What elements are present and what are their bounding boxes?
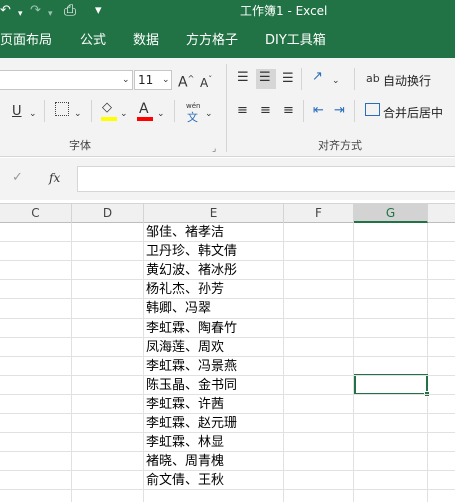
excel-window: ↶ ▾ ↷ ▾ ⎙ ▾ 工作簿1 - Excel 页面布局 公式 数据 方方格子… xyxy=(0,0,455,502)
gridline xyxy=(0,451,455,452)
chevron-down-icon[interactable]: ⌄ xyxy=(29,106,37,122)
title-bar: ↶ ▾ ↷ ▾ ⎙ ▾ 工作簿1 - Excel xyxy=(0,0,455,22)
wrap-text-button[interactable]: 自动换行 xyxy=(383,72,431,89)
cell-e[interactable]: 卫丹珍、韩文倩 xyxy=(146,242,237,261)
ribbon-divider xyxy=(174,100,175,122)
wrap-text-icon[interactable]: ab xyxy=(366,71,380,87)
merge-center-button[interactable]: 合并后居中 xyxy=(383,104,443,121)
cell-e[interactable]: 李虹霖、许茜 xyxy=(146,395,224,414)
ribbon-home: ⌄ 11 ⌄ A^ Aˇ U ⌄ ⌄ ◇ ⌄ A ⌄ wén 文 ⌄ 字体 ⌟ … xyxy=(0,58,455,157)
cell-e[interactable]: 邹佳、褚孝洁 xyxy=(146,223,224,242)
active-cell[interactable] xyxy=(354,374,428,395)
underline-icon[interactable]: U xyxy=(12,104,22,120)
gridline xyxy=(143,223,144,502)
font-group-label: 字体 xyxy=(69,139,91,152)
column-header-f[interactable]: F xyxy=(284,204,354,223)
chevron-down-icon[interactable]: ⌄ xyxy=(122,72,130,88)
chevron-down-icon[interactable]: ⌄ xyxy=(157,106,165,122)
align-left-icon[interactable]: ≡ xyxy=(237,103,248,119)
font-size-value: 11 xyxy=(138,73,154,87)
align-middle-icon[interactable]: ☰ xyxy=(256,69,276,89)
chevron-down-icon[interactable]: ⌄ xyxy=(162,72,170,88)
insert-function-icon[interactable]: fx xyxy=(49,170,60,186)
font-color-icon[interactable]: A xyxy=(139,101,149,117)
align-right-icon[interactable]: ≡ xyxy=(283,103,294,119)
ribbon-divider xyxy=(354,100,355,122)
ribbon-divider xyxy=(301,68,302,90)
cell-e[interactable]: 凤海莲、周欢 xyxy=(146,338,224,357)
gridline xyxy=(427,223,428,502)
undo-dropdown-icon[interactable]: ▾ xyxy=(18,6,23,22)
align-bottom-icon[interactable]: ☰ xyxy=(282,71,294,87)
customize-qat-icon[interactable]: ▾ xyxy=(95,3,102,19)
orientation-icon[interactable]: ↗ xyxy=(312,69,323,85)
cell-e[interactable]: 李虹霖、冯景燕 xyxy=(146,357,237,376)
cell-e[interactable]: 李虹霖、陶春竹 xyxy=(146,319,237,338)
chevron-down-icon[interactable]: ⌄ xyxy=(205,106,213,122)
increase-font-glyph: A xyxy=(178,74,188,91)
chevron-down-icon[interactable]: ⌄ xyxy=(332,73,340,89)
ribbon-divider xyxy=(303,100,304,122)
cell-e[interactable]: 陈玉晶、金书同 xyxy=(146,376,237,395)
column-header-e[interactable]: E xyxy=(144,204,284,223)
merge-center-icon[interactable] xyxy=(365,103,380,116)
cell-e[interactable]: 杨礼杰、孙芳 xyxy=(146,280,224,299)
tab-diy-toolbox[interactable]: DIY工具箱 xyxy=(265,33,326,49)
font-name-box[interactable]: ⌄ xyxy=(0,70,133,90)
align-center-icon[interactable]: ≡ xyxy=(260,103,271,119)
column-header-h[interactable] xyxy=(428,204,455,223)
print-preview-icon[interactable]: ⎙ xyxy=(64,2,76,18)
cell-e[interactable]: 褚晓、周青槐 xyxy=(146,452,224,471)
redo-dropdown-icon[interactable]: ▾ xyxy=(48,6,53,22)
column-header-d[interactable]: D xyxy=(72,204,144,223)
ribbon-divider xyxy=(44,100,45,122)
fill-color-swatch xyxy=(101,117,117,121)
chevron-down-icon[interactable]: ⌄ xyxy=(120,106,128,122)
formula-bar: ✓ fx xyxy=(0,158,455,200)
tab-formulas[interactable]: 公式 xyxy=(80,33,106,49)
column-header-g[interactable]: G xyxy=(354,204,428,223)
cell-e[interactable]: 李虹霖、林显 xyxy=(146,433,224,452)
phonetic-top: wén xyxy=(186,102,201,110)
column-headers: C D E F G xyxy=(0,203,455,223)
decrease-font-glyph: A xyxy=(200,76,209,90)
cell-e[interactable]: 韩卿、冯翠 xyxy=(146,299,211,318)
chevron-down-icon[interactable]: ⌄ xyxy=(74,106,82,122)
gridline xyxy=(0,470,455,471)
font-color-swatch xyxy=(137,117,153,121)
gridline xyxy=(71,223,72,502)
tab-ffcell[interactable]: 方方格子 xyxy=(186,33,238,49)
window-title: 工作簿1 - Excel xyxy=(240,4,328,18)
increase-font-icon[interactable]: A^ xyxy=(178,71,194,91)
cell-e[interactable]: 李虹霖、赵元珊 xyxy=(146,414,237,433)
ribbon-divider xyxy=(354,68,355,90)
group-separator xyxy=(226,64,227,152)
column-header-c[interactable]: C xyxy=(0,204,72,223)
ribbon-tabs: 页面布局 公式 数据 方方格子 DIY工具箱 xyxy=(0,22,455,58)
borders-icon[interactable] xyxy=(55,102,69,116)
font-size-box[interactable]: 11 ⌄ xyxy=(134,70,172,90)
formula-input[interactable] xyxy=(77,166,455,192)
gridline xyxy=(0,489,455,490)
ribbon-divider xyxy=(91,100,92,122)
phonetic-guide-icon[interactable]: 文 xyxy=(187,110,198,126)
tab-page-layout[interactable]: 页面布局 xyxy=(0,33,52,49)
tab-data[interactable]: 数据 xyxy=(133,33,159,49)
align-top-icon[interactable]: ☰ xyxy=(237,70,249,86)
dialog-launcher-icon[interactable]: ⌟ xyxy=(212,141,216,157)
gridline xyxy=(353,223,354,502)
cell-e[interactable]: 俞文倩、王秋 xyxy=(146,471,224,490)
redo-icon[interactable]: ↷ xyxy=(30,3,41,19)
decrease-font-icon[interactable]: Aˇ xyxy=(200,72,212,91)
gridline xyxy=(0,298,455,299)
fill-color-icon[interactable]: ◇ xyxy=(102,100,112,116)
cell-e[interactable]: 黄幻波、褚冰彤 xyxy=(146,261,237,280)
alignment-group-label: 对齐方式 xyxy=(318,139,362,152)
worksheet-grid[interactable]: 邹佳、褚孝洁 卫丹珍、韩文倩 黄幻波、褚冰彤 杨礼杰、孙芳 韩卿、冯翠 李虹霖、陶春竹 凤海… xyxy=(0,223,455,502)
enter-icon[interactable]: ✓ xyxy=(12,170,23,186)
increase-indent-icon[interactable]: ⇥ xyxy=(334,103,345,119)
decrease-indent-icon[interactable]: ⇤ xyxy=(313,103,324,119)
gridline xyxy=(283,223,284,502)
undo-icon[interactable]: ↶ xyxy=(0,3,11,19)
